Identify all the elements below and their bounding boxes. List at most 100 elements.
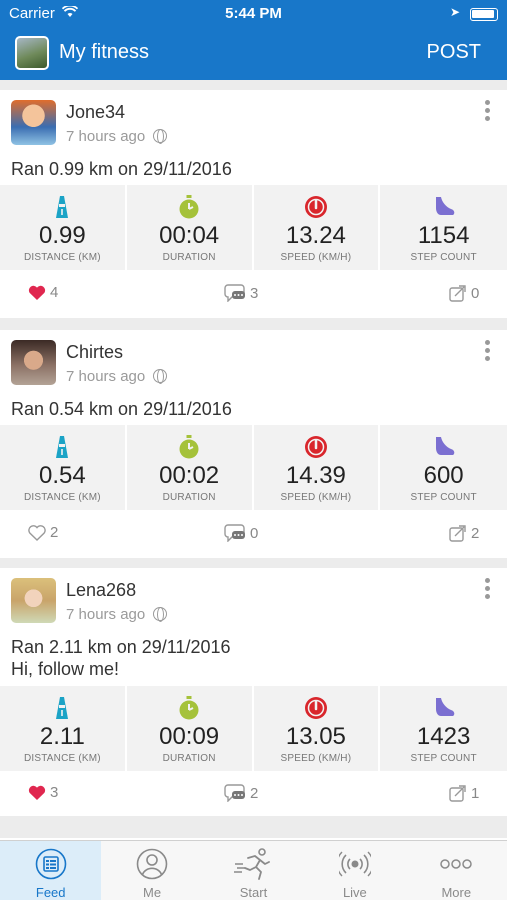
tab-label: Start <box>239 885 268 900</box>
stat-label: STEP COUNT <box>410 252 477 263</box>
stat-label: DISTANCE (KM) <box>23 492 101 503</box>
heart-icon <box>28 285 46 301</box>
more-options-icon[interactable] <box>483 340 491 366</box>
like-count: 2 <box>50 524 59 541</box>
profile-avatar[interactable] <box>15 36 49 70</box>
nav-bar: My fitness POST <box>0 28 507 80</box>
share-icon <box>449 524 467 542</box>
tab-me[interactable]: Me <box>101 841 202 900</box>
username[interactable]: Chirtes <box>66 342 123 363</box>
like-button[interactable]: 2 <box>28 524 58 541</box>
comment-icon <box>224 284 246 302</box>
stat-value: 13.05 <box>285 723 346 750</box>
distance-icon <box>50 435 74 459</box>
share-button[interactable]: 2 <box>449 524 479 542</box>
stat-value: 00:04 <box>159 222 220 249</box>
steps-icon <box>432 696 456 720</box>
distance-icon <box>50 195 74 219</box>
clock: 5:44 PM <box>225 5 282 22</box>
stat-speed: 13.24 SPEED (KM/H) <box>254 185 381 270</box>
post-time: 7 hours ago <box>66 368 168 385</box>
share-icon <box>449 784 467 802</box>
tab-label: More <box>441 885 472 900</box>
stat-speed: 14.39 SPEED (KM/H) <box>254 425 381 510</box>
steps-icon <box>432 195 456 219</box>
tab-label: Live <box>342 885 367 900</box>
stat-duration: 00:09 DURATION <box>127 686 254 771</box>
stat-label: DISTANCE (KM) <box>23 753 101 764</box>
tab-label: Feed <box>35 885 66 900</box>
globe-icon <box>153 369 168 384</box>
broadcast-icon <box>336 848 374 880</box>
post-text-line: Ran 2.11 km on 29/11/2016 <box>11 637 231 657</box>
share-button[interactable]: 1 <box>449 784 479 802</box>
post-text-line: Hi, follow me! <box>11 659 120 679</box>
comment-button[interactable]: 2 <box>224 784 258 802</box>
post-text: Ran 0.99 km on 29/11/2016 <box>11 158 232 180</box>
stat-duration: 00:02 DURATION <box>127 425 254 510</box>
comment-button[interactable]: 0 <box>224 524 258 542</box>
stat-label: DURATION <box>162 252 216 263</box>
activity-stats[interactable]: 2.11 DISTANCE (KM) 00:09 DURATION 13.05 … <box>0 686 507 771</box>
stat-distance: 0.99 DISTANCE (KM) <box>0 185 127 270</box>
username[interactable]: Jone34 <box>66 102 125 123</box>
duration-icon <box>177 435 201 459</box>
tab-feed[interactable]: Feed <box>0 841 102 900</box>
duration-icon <box>177 195 201 219</box>
comment-button[interactable]: 3 <box>224 284 258 302</box>
activity-stats[interactable]: 0.54 DISTANCE (KM) 00:02 DURATION 14.39 … <box>0 425 507 510</box>
stat-value: 0.54 <box>39 462 86 489</box>
post-text: Ran 0.54 km on 29/11/2016 <box>11 398 232 420</box>
stat-value: 0.99 <box>39 222 86 249</box>
stat-value: 600 <box>423 462 464 489</box>
person-icon <box>136 848 168 880</box>
stat-label: SPEED (KM/H) <box>280 753 352 764</box>
stat-speed: 13.05 SPEED (KM/H) <box>254 686 381 771</box>
comment-icon <box>224 524 246 542</box>
feed-icon <box>35 848 67 880</box>
post-actions: 2 0 2 <box>0 512 507 558</box>
user-avatar[interactable] <box>11 340 56 385</box>
share-count: 0 <box>471 284 480 302</box>
stat-label: DISTANCE (KM) <box>23 252 101 263</box>
post-button[interactable]: POST <box>427 41 481 64</box>
like-button[interactable]: 3 <box>28 784 58 801</box>
like-button[interactable]: 4 <box>28 284 58 301</box>
share-button[interactable]: 0 <box>449 284 479 302</box>
post-actions: 3 2 1 <box>0 772 507 818</box>
more-options-icon[interactable] <box>483 578 491 604</box>
location-arrow-icon: ➤ <box>450 5 461 19</box>
stat-label: STEP COUNT <box>410 753 477 764</box>
tab-bar: Feed Me Start Live More <box>0 840 507 900</box>
activity-stats[interactable]: 0.99 DISTANCE (KM) 00:04 DURATION 13.24 … <box>0 185 507 270</box>
stat-value: 1154 <box>417 222 470 249</box>
comment-count: 3 <box>250 284 259 302</box>
heart-icon <box>28 524 46 541</box>
username[interactable]: Lena268 <box>66 580 136 601</box>
post-card[interactable]: Lena268 7 hours ago Ran 2.11 km on 29/11… <box>0 568 507 816</box>
post-card[interactable]: Jone34 7 hours ago Ran 0.99 km on 29/11/… <box>0 90 507 318</box>
time-ago-label: 7 hours ago <box>66 128 146 145</box>
stat-value: 1423 <box>416 723 471 750</box>
share-count: 2 <box>471 524 480 542</box>
post-time: 7 hours ago <box>66 128 168 145</box>
tab-start[interactable]: Start <box>203 841 304 900</box>
tab-label: Me <box>143 885 162 900</box>
stat-value: 14.39 <box>285 462 346 489</box>
globe-icon <box>153 607 168 622</box>
globe-icon <box>153 129 168 144</box>
user-avatar[interactable] <box>11 578 56 623</box>
stat-steps: 600 STEP COUNT <box>380 425 507 510</box>
comment-count: 2 <box>250 784 259 802</box>
comment-count: 0 <box>250 524 259 542</box>
stat-label: DURATION <box>162 492 216 503</box>
post-card[interactable]: Chirtes 7 hours ago Ran 0.54 km on 29/11… <box>0 330 507 558</box>
steps-icon <box>432 435 456 459</box>
tab-more[interactable]: More <box>406 841 507 900</box>
post-text-line: Ran 0.99 km on 29/11/2016 <box>11 159 232 179</box>
tab-live[interactable]: Live <box>304 841 405 900</box>
user-avatar[interactable] <box>11 100 56 145</box>
time-ago-label: 7 hours ago <box>66 368 146 385</box>
stat-label: SPEED (KM/H) <box>280 252 352 263</box>
more-options-icon[interactable] <box>483 100 491 126</box>
